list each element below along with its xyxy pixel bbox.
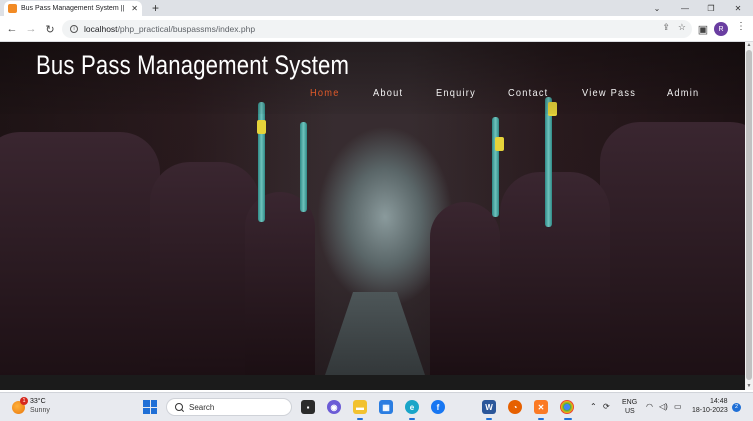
language-primary[interactable]: ENG: [622, 399, 637, 406]
bus-seat: [150, 162, 260, 390]
site-title[interactable]: Bus Pass Management System: [36, 50, 349, 81]
tray-overflow-chevron-icon[interactable]: ⌃: [590, 402, 597, 411]
bookmark-star-icon[interactable]: ☆: [678, 22, 686, 33]
nav-about[interactable]: About: [373, 87, 403, 99]
bus-seat: [500, 172, 610, 390]
taskbar-search[interactable]: Search: [166, 398, 292, 416]
side-panel-icon[interactable]: ▣: [695, 21, 711, 37]
nav-view-pass[interactable]: View Pass: [582, 87, 636, 99]
content-band: [0, 375, 745, 390]
file-explorer-icon[interactable]: ▬: [353, 400, 367, 414]
weather-description[interactable]: Sunny: [30, 407, 50, 414]
search-icon: [175, 403, 183, 411]
url-path: /php_practical/buspassms/index.php: [117, 24, 256, 34]
task-view-icon[interactable]: ▪: [301, 400, 315, 414]
back-icon[interactable]: ←: [4, 21, 20, 37]
close-window-icon[interactable]: ✕: [727, 0, 749, 16]
scroll-down-icon[interactable]: ▼: [745, 383, 753, 390]
facebook-icon[interactable]: f: [431, 400, 445, 414]
url-host: localhost: [84, 24, 118, 34]
bus-seat: [0, 132, 160, 390]
running-indicator: [409, 418, 415, 420]
running-indicator: [564, 418, 572, 420]
nav-contact[interactable]: Contact: [508, 87, 548, 99]
tab-title: Bus Pass Management System ||: [21, 5, 125, 12]
new-tab-icon[interactable]: +: [152, 1, 159, 15]
battery-icon[interactable]: ▭: [674, 402, 682, 411]
sync-icon[interactable]: ⟳: [603, 402, 610, 411]
grab-pole: [300, 122, 307, 212]
running-indicator: [538, 418, 544, 420]
chrome-icon[interactable]: [560, 400, 574, 414]
bus-seat: [430, 202, 500, 382]
language-secondary[interactable]: US: [625, 408, 635, 415]
close-tab-icon[interactable]: ✕: [131, 4, 138, 13]
page-viewport: Bus Pass Management System Home About En…: [0, 42, 745, 390]
clock-time[interactable]: 14:48: [710, 398, 728, 405]
stop-button-tag: [495, 137, 504, 151]
edge-icon[interactable]: e: [405, 400, 419, 414]
profile-avatar[interactable]: R: [714, 22, 728, 36]
chat-icon[interactable]: ◉: [327, 400, 341, 414]
scroll-thumb[interactable]: [746, 50, 752, 380]
running-indicator: [357, 418, 363, 420]
grab-pole: [545, 97, 552, 227]
microsoft-store-icon[interactable]: ▦: [379, 400, 393, 414]
clock-date[interactable]: 18-10-2023: [692, 407, 728, 414]
wifi-icon[interactable]: ◠: [646, 402, 653, 411]
nav-home[interactable]: Home: [310, 87, 340, 99]
volume-icon[interactable]: ◁): [659, 402, 668, 411]
weather-temperature[interactable]: 33°C: [30, 398, 46, 405]
page-scrollbar[interactable]: ▲ ▼: [745, 42, 753, 390]
restore-icon[interactable]: ❐: [700, 0, 722, 16]
bus-seat: [600, 122, 745, 390]
minimize-icon[interactable]: —: [674, 0, 696, 16]
notification-badge[interactable]: 2: [732, 403, 741, 412]
weather-alert-badge: 1: [20, 397, 28, 405]
scroll-up-icon[interactable]: ▲: [745, 42, 753, 49]
address-bar[interactable]: i localhost/php_practical/buspassms/inde…: [62, 20, 692, 38]
nav-admin[interactable]: Admin: [667, 87, 699, 99]
forward-icon[interactable]: →: [23, 21, 39, 37]
start-button-icon[interactable]: [143, 400, 157, 414]
stop-button-tag: [257, 120, 266, 134]
grab-pole: [492, 117, 499, 217]
tab-search-chevron-icon[interactable]: ⌄: [646, 0, 668, 16]
xampp-icon[interactable]: ✕: [534, 400, 548, 414]
word-icon[interactable]: W: [482, 400, 496, 414]
firefox-icon[interactable]: ◔: [508, 400, 522, 414]
site-favicon-icon: [8, 4, 17, 13]
running-indicator: [486, 418, 492, 420]
bus-seat: [245, 192, 315, 382]
search-placeholder: Search: [189, 402, 215, 412]
browser-tab-strip: Bus Pass Management System || ✕ + ⌄ — ❐ …: [0, 0, 753, 16]
browser-tab[interactable]: Bus Pass Management System || ✕: [4, 1, 142, 16]
windows-taskbar: 1 33°C Sunny Search ▪ ◉ ▬ ▦ e f W ◔ ✕ ⌃ …: [0, 392, 753, 421]
browser-toolbar: ← → ↻ i localhost/php_practical/buspassm…: [0, 16, 753, 42]
site-info-icon[interactable]: i: [70, 25, 78, 33]
browser-menu-icon[interactable]: ⋮: [736, 21, 746, 32]
reload-icon[interactable]: ↻: [42, 21, 58, 37]
share-icon[interactable]: ⇪: [662, 22, 670, 33]
nav-enquiry[interactable]: Enquiry: [436, 87, 476, 99]
